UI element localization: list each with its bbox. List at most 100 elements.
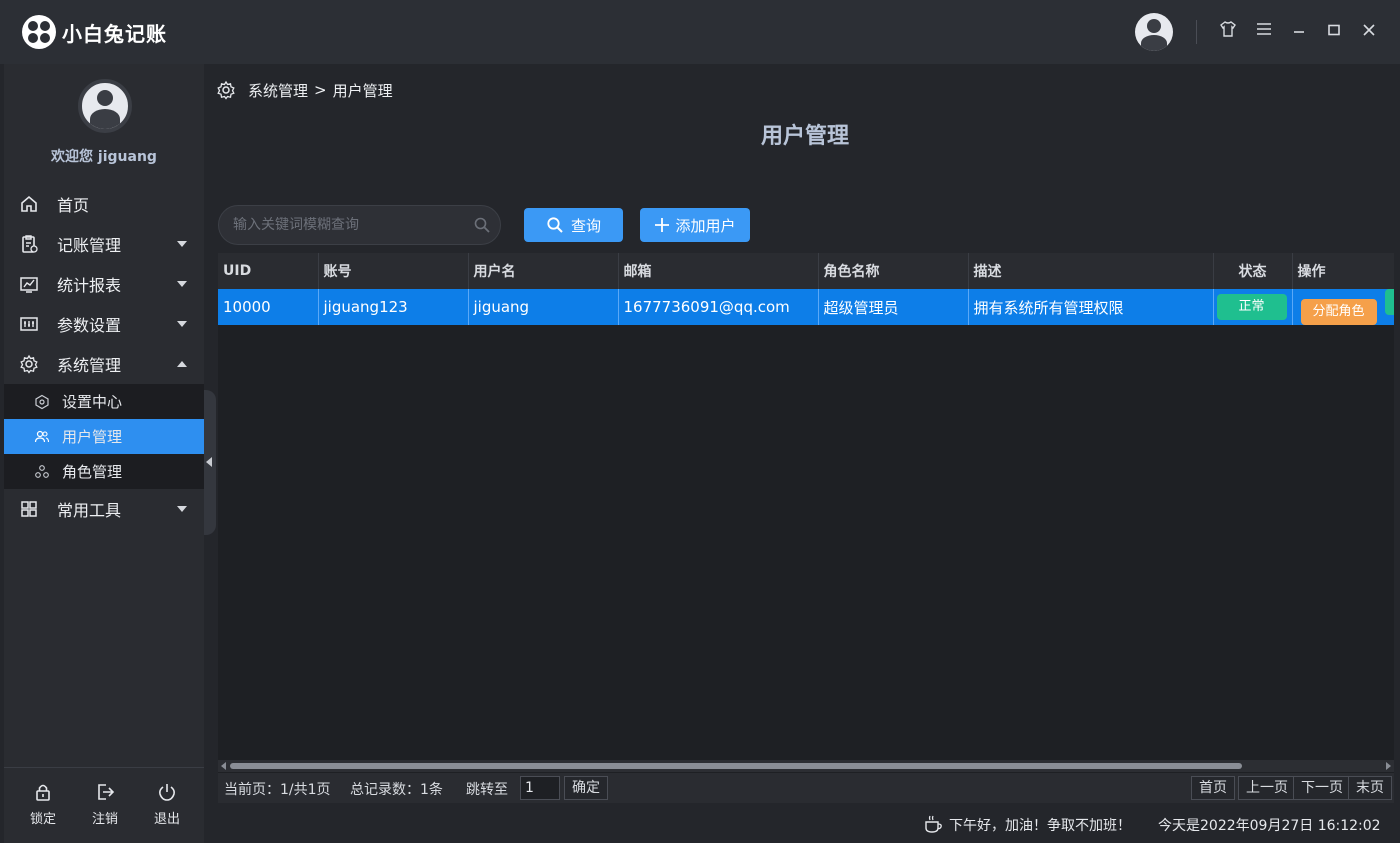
sidebar-collapse-handle[interactable] xyxy=(204,390,216,535)
chevron-down-icon xyxy=(177,321,187,327)
search-box xyxy=(218,205,501,245)
scroll-left-icon[interactable] xyxy=(221,762,226,770)
roles-icon xyxy=(34,464,50,480)
user-avatar[interactable] xyxy=(1135,13,1173,51)
chevron-down-icon xyxy=(177,281,187,287)
cell-username: jiguang xyxy=(468,289,619,325)
close-button[interactable] xyxy=(1357,20,1381,44)
power-icon xyxy=(137,782,197,804)
sidebar-item-settings-center[interactable]: 设置中心 xyxy=(4,384,204,419)
add-user-button-label: 添加用户 xyxy=(675,216,736,235)
add-user-button[interactable]: 添加用户 xyxy=(640,208,750,242)
shirt-icon xyxy=(1220,21,1236,37)
sidebar-item-params[interactable]: 参数设置 xyxy=(4,304,204,344)
users-table: UID 账号 用户名 邮箱 角色名称 描述 状态 操作 10000 jiguan… xyxy=(218,253,1394,773)
lock-label: 锁定 xyxy=(29,812,56,827)
chevron-down-icon xyxy=(177,506,187,512)
sidebar: 欢迎您 jiguang 首页 记账管理 统计报表 参数设置 系统管理 设置中心 … xyxy=(4,64,204,843)
jump-label: 跳转至 xyxy=(466,782,508,798)
minimize-icon xyxy=(1294,31,1304,33)
last-page-button[interactable]: 末页 xyxy=(1348,776,1392,800)
sidebar-item-bookkeeping[interactable]: 记账管理 xyxy=(4,224,204,264)
menu-button[interactable] xyxy=(1252,20,1276,44)
column-header-role[interactable]: 角色名称 xyxy=(818,253,969,289)
scrollbar-thumb[interactable] xyxy=(230,763,1242,769)
hexagon-icon xyxy=(34,394,50,410)
next-page-button[interactable]: 下一页 xyxy=(1293,776,1351,800)
sidebar-item-user-management[interactable]: 用户管理 xyxy=(4,419,204,454)
home-icon xyxy=(18,193,40,215)
titlebar-divider xyxy=(1196,20,1197,44)
cell-actions: 分配角色 xyxy=(1292,289,1394,325)
skin-button[interactable] xyxy=(1216,20,1240,44)
column-header-email[interactable]: 邮箱 xyxy=(618,253,819,289)
clipboard-icon xyxy=(18,233,40,255)
cell-status: 正常 xyxy=(1213,289,1293,325)
sidebar-item-label: 角色管理 xyxy=(62,463,123,481)
prev-page-button[interactable]: 上一页 xyxy=(1238,776,1296,800)
users-icon xyxy=(34,429,50,445)
jump-page-input[interactable] xyxy=(520,776,560,800)
chevron-up-icon xyxy=(177,361,187,367)
exit-label: 退出 xyxy=(153,812,180,827)
sidebar-avatar[interactable] xyxy=(78,79,132,133)
query-button[interactable]: 查询 xyxy=(524,208,623,242)
assign-role-button[interactable]: 分配角色 xyxy=(1300,299,1377,325)
table-row[interactable]: 10000 jiguang123 jiguang 1677736091@qq.c… xyxy=(218,289,1394,325)
column-header-username[interactable]: 用户名 xyxy=(468,253,619,289)
sidebar-item-tools[interactable]: 常用工具 xyxy=(4,489,204,529)
lock-button[interactable]: 锁定 xyxy=(13,782,73,827)
sidebar-item-role-management[interactable]: 角色管理 xyxy=(4,454,204,489)
logout-button[interactable]: 注销 xyxy=(75,782,135,827)
query-button-label: 查询 xyxy=(570,216,601,235)
current-page-text: 当前页：1/共1页 xyxy=(224,782,331,798)
cell-account: jiguang123 xyxy=(318,289,469,325)
maximize-icon xyxy=(1328,24,1340,36)
column-header-account[interactable]: 账号 xyxy=(318,253,469,289)
status-badge[interactable]: 正常 xyxy=(1216,294,1287,320)
column-header-status[interactable]: 状态 xyxy=(1213,253,1293,289)
sidebar-item-label: 首页 xyxy=(57,196,90,215)
column-header-actions[interactable]: 操作 xyxy=(1292,253,1394,289)
sidebar-item-system[interactable]: 系统管理 xyxy=(4,344,204,384)
sidebar-item-label: 设置中心 xyxy=(62,393,123,411)
chart-icon xyxy=(18,273,40,295)
gear-icon xyxy=(217,80,235,100)
cell-description: 拥有系统所有管理权限 xyxy=(968,289,1214,325)
hamburger-icon xyxy=(1257,23,1271,35)
app-logo-icon xyxy=(22,15,56,49)
greeting-text: 下午好，加油！争取不加班！ xyxy=(949,818,1131,834)
app-title: 小白兔记账 xyxy=(62,22,167,46)
logout-icon xyxy=(75,782,135,804)
logout-label: 注销 xyxy=(91,812,118,827)
sidebar-item-label: 用户管理 xyxy=(62,428,123,446)
gear-icon xyxy=(18,353,40,375)
status-bar: 下午好，加油！争取不加班！ 今天是2022年09月27日 16:12:02 xyxy=(216,806,1400,843)
sidebar-item-reports[interactable]: 统计报表 xyxy=(4,264,204,304)
jump-confirm-button[interactable]: 确定 xyxy=(564,776,608,800)
exit-button[interactable]: 退出 xyxy=(137,782,197,827)
welcome-text: 欢迎您 jiguang xyxy=(51,149,157,165)
horizontal-scrollbar[interactable] xyxy=(218,760,1394,772)
more-action-button[interactable] xyxy=(1385,289,1394,315)
search-icon[interactable] xyxy=(464,216,500,234)
column-header-uid[interactable]: UID xyxy=(218,253,319,289)
sidebar-footer: 锁定 注销 退出 xyxy=(4,767,204,843)
scroll-right-icon[interactable] xyxy=(1386,762,1391,770)
search-input[interactable] xyxy=(233,217,464,233)
pagination-bar: 当前页：1/共1页 总记录数：1条 跳转至 确定 首页 上一页 下一页 末页 xyxy=(218,773,1394,803)
sidebar-item-label: 记账管理 xyxy=(57,236,122,255)
table-header-row: UID 账号 用户名 邮箱 角色名称 描述 状态 操作 xyxy=(218,253,1394,289)
plus-icon xyxy=(655,218,670,232)
sidebar-item-home[interactable]: 首页 xyxy=(4,184,204,224)
first-page-button[interactable]: 首页 xyxy=(1191,776,1235,800)
maximize-button[interactable] xyxy=(1322,20,1346,44)
sidebar-item-label: 常用工具 xyxy=(57,501,122,520)
cell-role: 超级管理员 xyxy=(818,289,969,325)
breadcrumb-separator: > xyxy=(314,81,327,99)
chevron-down-icon xyxy=(177,241,187,247)
breadcrumb-parent[interactable]: 系统管理 xyxy=(248,80,308,101)
minimize-button[interactable] xyxy=(1287,20,1311,44)
cell-uid: 10000 xyxy=(218,289,319,325)
column-header-description[interactable]: 描述 xyxy=(968,253,1214,289)
